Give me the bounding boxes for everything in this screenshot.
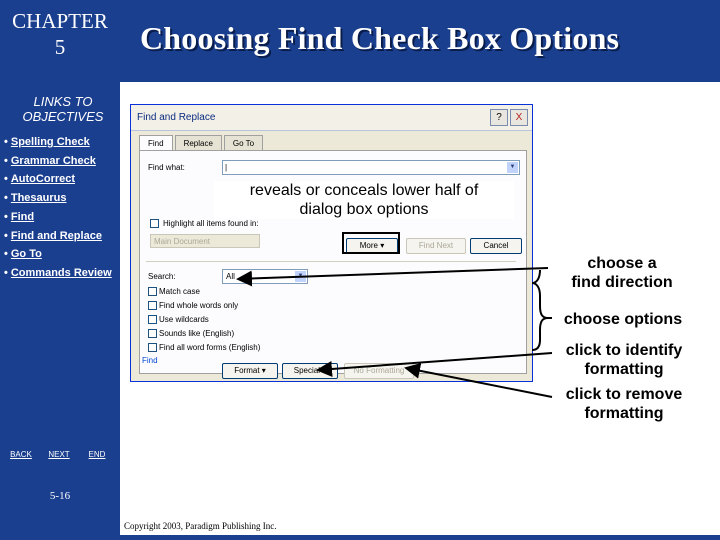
callout-arrows [236,267,553,398]
arrow-remove [404,362,553,398]
arrow-identify [316,352,553,377]
brace-options-bottom [531,317,552,351]
arrow-direction [236,267,549,287]
brace-options-top [531,269,552,319]
